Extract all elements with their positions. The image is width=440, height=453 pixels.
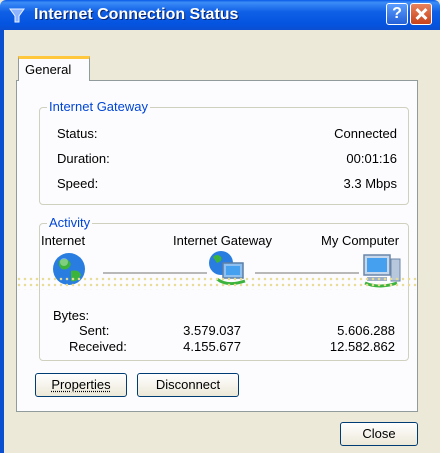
window-border [0, 30, 4, 453]
properties-button-label: Properties [51, 377, 111, 392]
gateway-sent-value: 3.579.037 [183, 323, 241, 338]
close-button[interactable]: Close [340, 422, 418, 446]
connection-status-window: Internet Connection Status ? General Int… [0, 0, 440, 453]
general-panel: Internet Gateway Status: Connected Durat… [16, 80, 418, 412]
title-bar[interactable]: Internet Connection Status ? [0, 0, 440, 30]
gateway-received-value: 4.155.677 [183, 339, 241, 354]
close-window-button[interactable] [410, 3, 432, 25]
computer-node-label: My Computer [321, 233, 400, 248]
network-connection-icon [9, 8, 25, 23]
speed-value: 3.3 Mbps [343, 176, 397, 191]
duration-label: Duration: [57, 151, 110, 166]
speed-label: Speed: [57, 176, 99, 191]
internet-node-label: Internet [41, 233, 86, 248]
disconnect-button[interactable]: Disconnect [137, 373, 239, 397]
connection-line-right [255, 272, 359, 274]
computer-sent-value: 5.606.288 [337, 323, 395, 338]
internet-gateway-group-title: Internet Gateway [47, 99, 150, 114]
connection-line-left [103, 272, 207, 274]
window-title: Internet Connection Status [34, 6, 239, 23]
duration-value: 00:01:16 [346, 151, 397, 166]
dotted-overlay-band [16, 276, 418, 290]
help-button[interactable]: ? [386, 3, 408, 25]
status-label: Status: [57, 126, 98, 141]
activity-group-title: Activity [47, 215, 93, 230]
received-label: Received: [69, 339, 127, 354]
bytes-label: Bytes: [53, 308, 90, 323]
gateway-node-label: Internet Gateway [173, 233, 272, 248]
status-value: Connected [334, 126, 397, 141]
close-button-label: Close [362, 426, 396, 441]
properties-button[interactable]: Properties [35, 373, 127, 397]
tab-general[interactable]: General [18, 56, 90, 81]
computer-received-value: 12.582.862 [329, 339, 395, 354]
disconnect-button-label: Disconnect [155, 377, 221, 392]
sent-label: Sent: [79, 323, 110, 338]
